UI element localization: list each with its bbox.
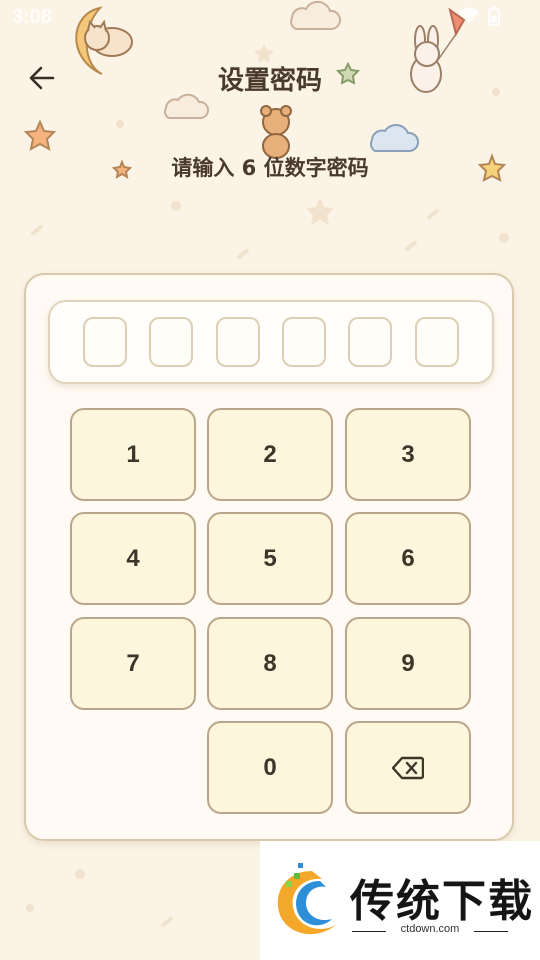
- watermark-brand: 传统下载: [350, 876, 534, 927]
- status-bar: 3:08: [0, 0, 540, 36]
- blue-cloud-illustration: [369, 124, 419, 152]
- key-7[interactable]: 7: [70, 617, 196, 710]
- watermark-url: ctdown.com: [400, 923, 460, 935]
- pin-slot: [282, 317, 326, 367]
- bear-illustration: [260, 105, 292, 159]
- pin-display: [48, 300, 494, 384]
- key-3[interactable]: 3: [345, 408, 471, 501]
- watermark: 传统下载 ctdown.com: [260, 841, 540, 960]
- key-0[interactable]: 0: [207, 721, 333, 814]
- key-1[interactable]: 1: [70, 408, 196, 501]
- key-2[interactable]: 2: [207, 408, 333, 501]
- pin-slot: [83, 317, 127, 367]
- watermark-divider: [474, 931, 508, 932]
- pin-slot: [149, 317, 193, 367]
- key-4[interactable]: 4: [70, 512, 196, 605]
- page-title: 设置密码: [217, 66, 322, 96]
- pin-slot: [348, 317, 392, 367]
- battery-icon: [488, 6, 500, 26]
- status-icons: [458, 6, 500, 26]
- pin-slot: [216, 317, 260, 367]
- backspace-icon: [392, 756, 424, 779]
- key-6[interactable]: 6: [345, 512, 471, 605]
- pin-prompt: 请输入 6 位数字密码: [171, 156, 369, 180]
- pin-slot: [415, 317, 459, 367]
- watermark-logo: [277, 863, 336, 935]
- backspace-button[interactable]: [345, 721, 471, 814]
- key-5[interactable]: 5: [207, 512, 333, 605]
- key-9[interactable]: 9: [345, 617, 471, 710]
- pin-panel: 1 2 3 4 5 6 7 8 9 0: [24, 273, 514, 841]
- key-8[interactable]: 8: [207, 617, 333, 710]
- status-time: 3:08: [12, 6, 53, 28]
- wifi-icon: [459, 7, 479, 23]
